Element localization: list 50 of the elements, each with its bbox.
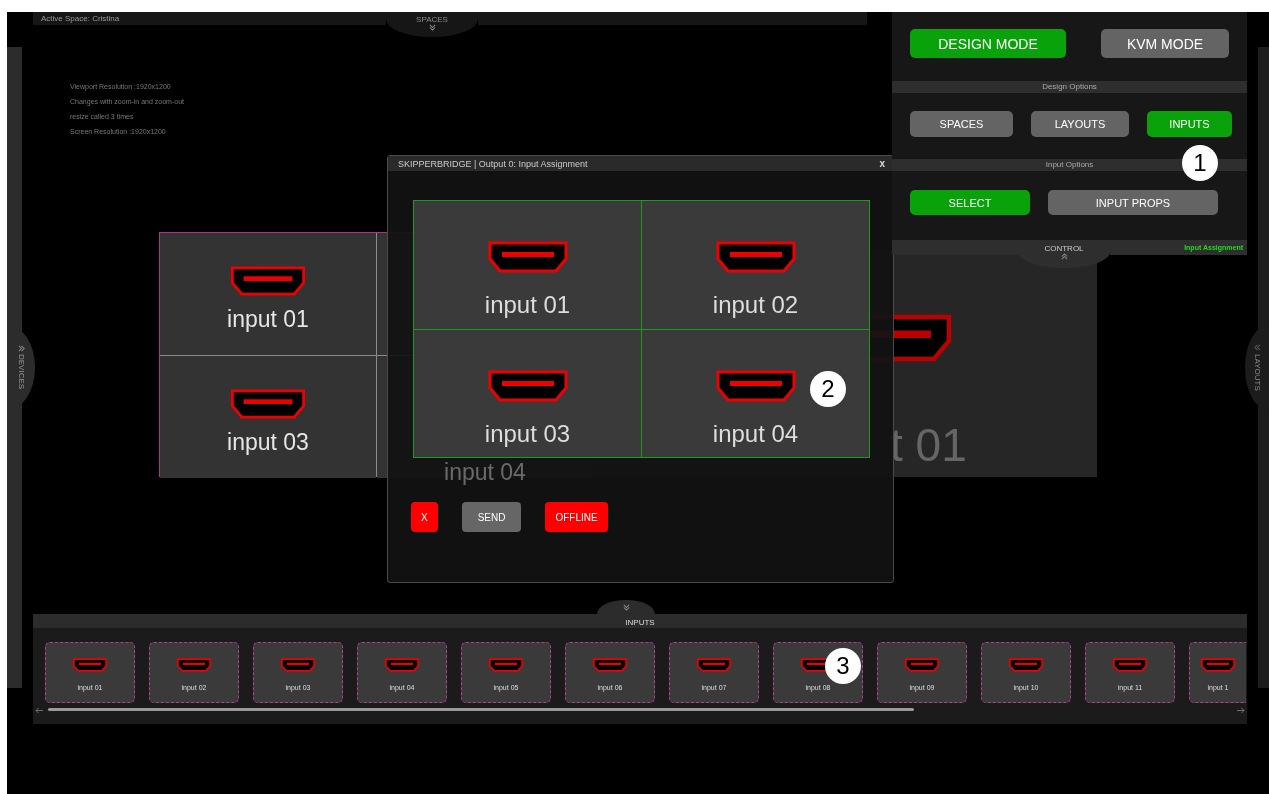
close-button[interactable]: x [879, 158, 885, 169]
hdmi-port-icon [230, 388, 306, 419]
hdmi-port-icon [385, 658, 419, 672]
dialog-button[interactable]: X [411, 502, 438, 532]
active-space-label: Active Space: Cristina [40, 14, 120, 23]
hdmi-port-icon [1201, 658, 1235, 672]
chevron-right-icon [17, 345, 25, 353]
layout-cell[interactable]: input 01 [160, 233, 376, 355]
hdmi-port-icon [73, 658, 107, 672]
hdmi-port-icon [1009, 658, 1043, 672]
chevron-left-icon [1253, 344, 1261, 352]
design-option-button[interactable]: SPACES [910, 111, 1013, 137]
hdmi-port-icon [593, 658, 627, 672]
input-label: input 02 [712, 291, 799, 319]
chevron-down-icon [428, 24, 436, 31]
layout-cell[interactable]: input 03 [160, 356, 376, 478]
chevron-up-icon [1060, 253, 1068, 260]
input-label: input 04 [712, 419, 799, 448]
scrollbar-thumb[interactable] [48, 708, 914, 711]
input-option-button[interactable]: INPUT PROPS [1048, 190, 1218, 215]
input-label: input 04 [444, 459, 526, 486]
mode-button[interactable]: KVM MODE [1101, 29, 1229, 58]
input-slot[interactable]: input 02 [642, 201, 869, 329]
control-tab[interactable]: CONTROL [1018, 240, 1110, 268]
input-label: input 01 [227, 305, 309, 333]
hdmi-port-icon [281, 658, 315, 672]
hdmi-port-icon [715, 369, 796, 402]
design-option-button[interactable]: LAYOUTS [1031, 111, 1129, 137]
chevron-down-icon [622, 604, 630, 611]
hdmi-port-icon [230, 265, 306, 296]
dialog-button[interactable]: OFFLINE [545, 502, 608, 532]
hdmi-port-icon [487, 369, 568, 402]
dialog-button[interactable]: SEND [461, 502, 522, 532]
arrow-right-icon[interactable] [1236, 706, 1245, 714]
tray-title: INPUTS [625, 618, 655, 627]
input-label: input 03 [227, 428, 309, 456]
dialog-title: SKIPPERBRIDGE | Output 0: Input Assignment [398, 158, 588, 169]
hdmi-port-icon [487, 241, 568, 273]
hdmi-port-icon [489, 658, 523, 672]
input-slot[interactable]: input 03 [414, 329, 641, 457]
hdmi-port-icon [697, 658, 731, 672]
hdmi-port-icon [715, 241, 796, 273]
input-label: input 01 [484, 291, 571, 319]
section-header: Design Options [892, 81, 1247, 93]
hdmi-port-icon [177, 658, 211, 672]
hdmi-port-icon [1113, 658, 1147, 672]
input-label: input 03 [484, 419, 571, 448]
arrow-left-icon[interactable] [35, 706, 44, 714]
input-slot[interactable]: input 01 [414, 201, 641, 329]
hdmi-port-icon [905, 658, 939, 672]
